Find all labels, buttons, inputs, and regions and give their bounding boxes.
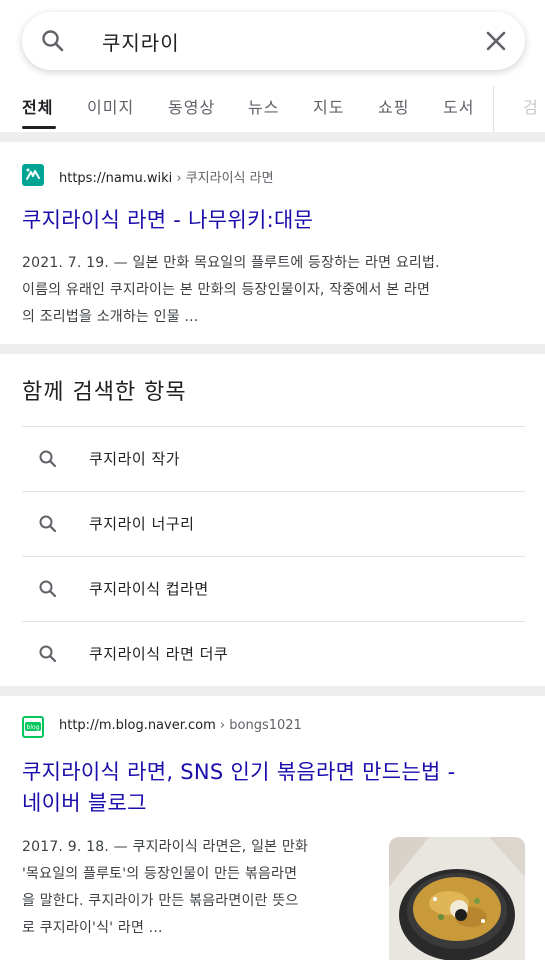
tab-more[interactable]: 검 bbox=[523, 94, 539, 118]
result-thumbnail[interactable] bbox=[389, 837, 525, 960]
tab-maps[interactable]: 지도 bbox=[313, 94, 344, 118]
tab-shopping[interactable]: 쇼핑 bbox=[378, 94, 409, 118]
tab-videos[interactable]: 동영상 bbox=[168, 94, 215, 118]
search-tabs: 전체 이미지 동영상 뉴스 지도 쇼핑 도서 검 bbox=[0, 86, 545, 132]
related-search-item[interactable]: 쿠지라이식 라면 더쿠 bbox=[22, 621, 525, 686]
related-search-label: 쿠지라이 너구리 bbox=[89, 515, 195, 533]
active-tab-indicator bbox=[22, 126, 56, 129]
result-title-link[interactable]: 쿠지라이식 라면 - 나무위키:대문 bbox=[22, 205, 313, 236]
svg-text:blog: blog bbox=[27, 724, 40, 731]
section-divider bbox=[0, 132, 545, 142]
related-search-item[interactable]: 쿠지라이식 컵라면 bbox=[22, 556, 525, 621]
close-icon[interactable] bbox=[483, 28, 509, 58]
search-icon bbox=[38, 644, 58, 668]
tab-books[interactable]: 도서 bbox=[443, 94, 474, 118]
result-title-link[interactable]: 쿠지라이식 라면, SNS 인기 볶음라면 만드는법 - 네이버 블로그 bbox=[22, 757, 456, 819]
related-searches-title: 함께 검색한 항목 bbox=[22, 380, 187, 405]
search-icon bbox=[40, 28, 66, 58]
search-icon bbox=[38, 449, 58, 473]
search-icon bbox=[38, 514, 58, 538]
tab-all[interactable]: 전체 bbox=[22, 94, 53, 118]
related-search-label: 쿠지라이식 라면 더쿠 bbox=[89, 645, 229, 663]
search-bar[interactable]: 쿠지라이 bbox=[22, 12, 525, 70]
result-snippet: 2021. 7. 19. — 일본 만화 목요일의 플루트에 등장하는 라면 요… bbox=[22, 255, 440, 325]
related-search-item[interactable]: 쿠지라이 너구리 bbox=[22, 491, 525, 556]
search-icon bbox=[38, 579, 58, 603]
search-input[interactable]: 쿠지라이 bbox=[102, 27, 180, 56]
section-divider bbox=[0, 686, 545, 696]
naver-blog-icon: blog bbox=[22, 716, 44, 738]
related-search-label: 쿠지라이 작가 bbox=[89, 450, 181, 468]
namu-wiki-icon bbox=[22, 164, 44, 186]
related-search-label: 쿠지라이식 컵라면 bbox=[89, 580, 209, 598]
related-search-item[interactable]: 쿠지라이 작가 bbox=[22, 426, 525, 491]
result-url[interactable]: https://namu.wiki › 쿠지라이식 라면 bbox=[59, 167, 274, 186]
tab-news[interactable]: 뉴스 bbox=[248, 94, 279, 118]
tab-divider bbox=[493, 86, 494, 132]
tab-images[interactable]: 이미지 bbox=[87, 94, 134, 118]
result-url[interactable]: http://m.blog.naver.com › bongs1021 bbox=[59, 718, 302, 733]
section-divider bbox=[0, 344, 545, 354]
search-result: https://namu.wiki › 쿠지라이식 라면 쿠지라이식 라면 - … bbox=[0, 142, 545, 344]
result-snippet: 2017. 9. 18. — 쿠지라이식 라면은, 일본 만화 '목요일의 플루… bbox=[22, 839, 309, 936]
